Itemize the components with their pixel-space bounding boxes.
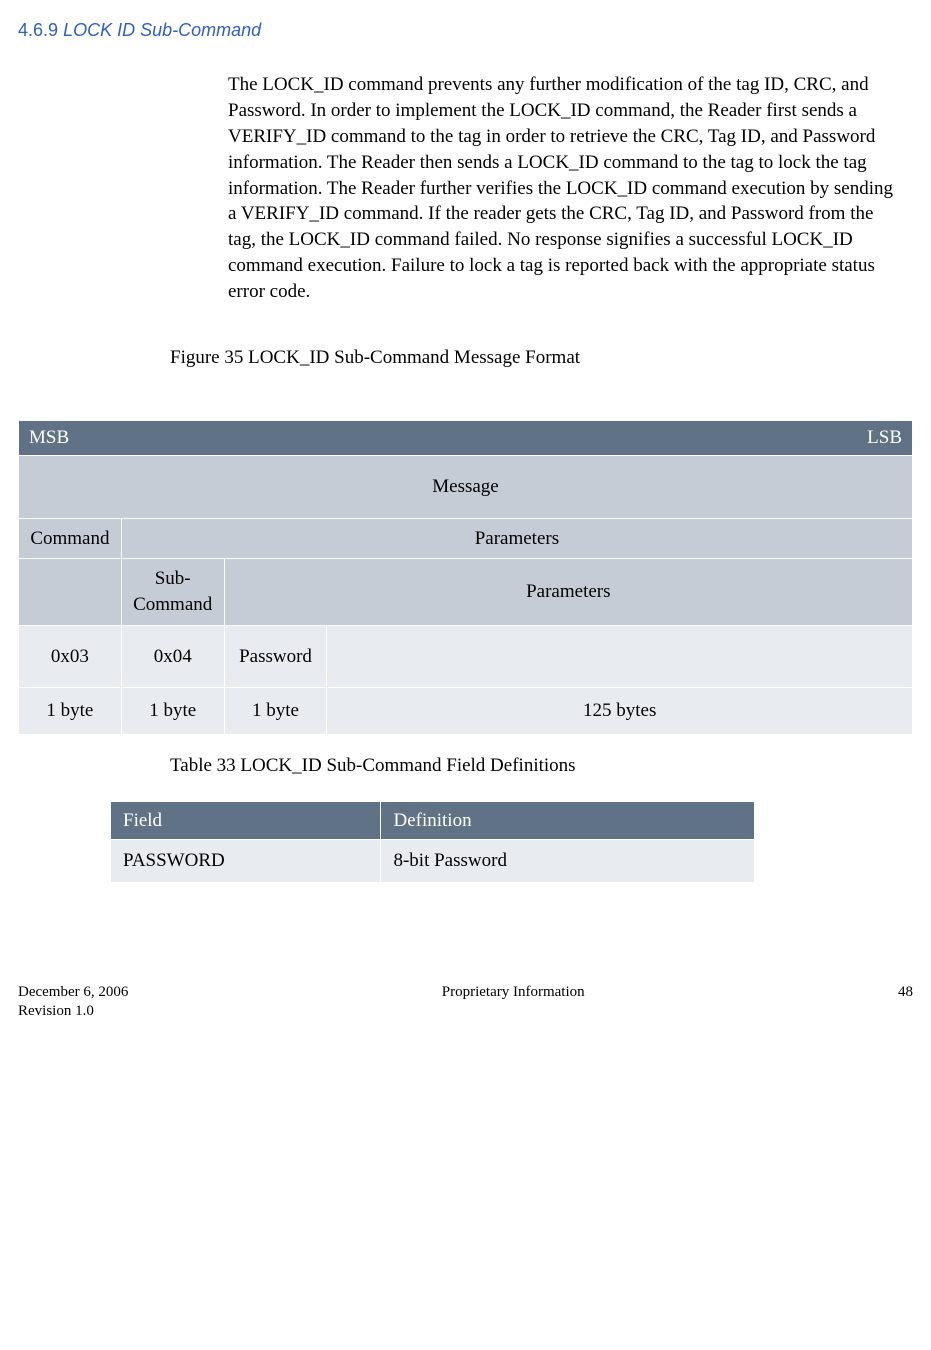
table-row: 0x03 0x04 Password [19,625,913,688]
figure-caption: Figure 35 LOCK_ID Sub-Command Message Fo… [170,345,913,371]
field-definitions-table: Field Definition PASSWORD 8-bit Password [110,801,755,883]
page-footer: December 6, 2006 Revision 1.0 Proprietar… [18,983,913,1022]
message-format-table: MSB LSB Message Command Parameters Sub-C… [18,420,913,734]
message-cell: Message [19,456,913,519]
rest-size: 125 bytes [327,688,913,735]
lsb-label: LSB [867,425,902,451]
table-caption: Table 33 LOCK_ID Sub-Command Field Defin… [170,753,913,779]
section-heading: 4.6.9 LOCK ID Sub-Command [18,18,913,42]
parameters2-header: Parameters [224,559,912,625]
command-header: Command [19,518,122,559]
body-paragraph: The LOCK_ID command prevents any further… [228,72,893,304]
footer-revision: Revision 1.0 [18,1002,128,1022]
table-row: Command Parameters [19,518,913,559]
footer-date: December 6, 2006 [18,983,128,1003]
table-row: 1 byte 1 byte 1 byte 125 bytes [19,688,913,735]
parameters-header: Parameters [121,518,912,559]
table-row: MSB LSB [19,421,913,456]
field-header: Field [111,801,381,840]
definition-header: Definition [381,801,755,840]
rest-value [327,625,913,688]
subcmd-value: 0x04 [121,625,224,688]
cmd-size: 1 byte [19,688,122,735]
empty-cell [19,559,122,625]
msb-label: MSB [29,425,69,451]
definition-cell: 8-bit Password [381,840,755,883]
table-row: Field Definition [111,801,755,840]
footer-page: 48 [898,983,913,1022]
password-size: 1 byte [224,688,327,735]
subcmd-size: 1 byte [121,688,224,735]
table-row: Sub-Command Parameters [19,559,913,625]
password-value: Password [224,625,327,688]
table-row: PASSWORD 8-bit Password [111,840,755,883]
field-cell: PASSWORD [111,840,381,883]
section-title: LOCK ID Sub-Command [63,20,261,40]
footer-center: Proprietary Information [442,983,585,1022]
subcommand-header: Sub-Command [121,559,224,625]
cmd-value: 0x03 [19,625,122,688]
table-row: Message [19,456,913,519]
section-number: 4.6.9 [18,20,58,40]
